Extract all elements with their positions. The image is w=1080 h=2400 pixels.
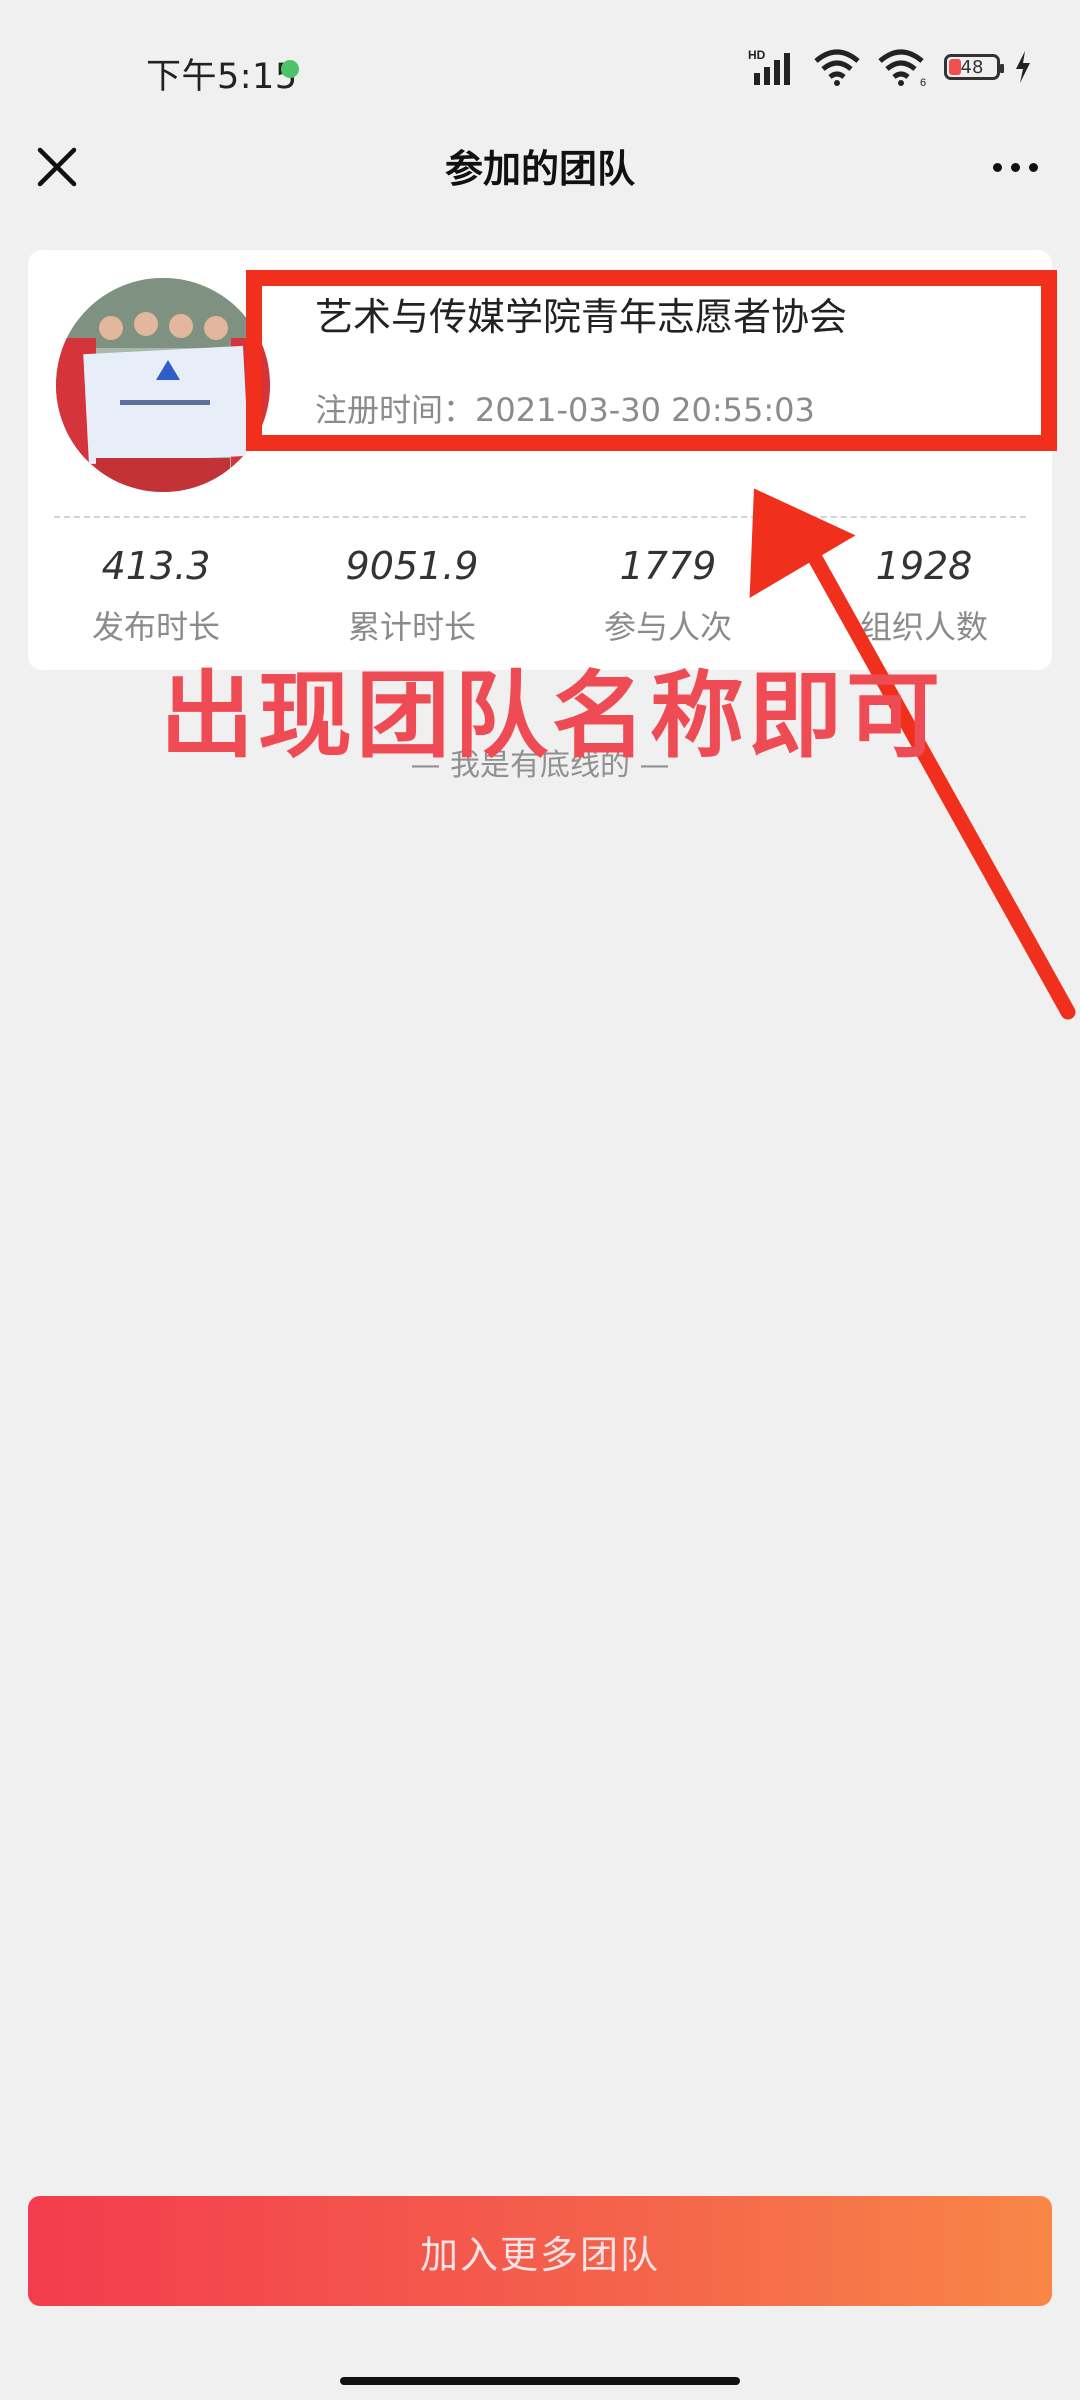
annotation-text: 出现团队名称即可 [160,662,945,771]
annotation-arrow-icon [749,488,1076,1020]
home-indicator [340,2377,740,2385]
join-more-teams-button[interactable]: 加入更多团队 [28,2196,1052,2306]
